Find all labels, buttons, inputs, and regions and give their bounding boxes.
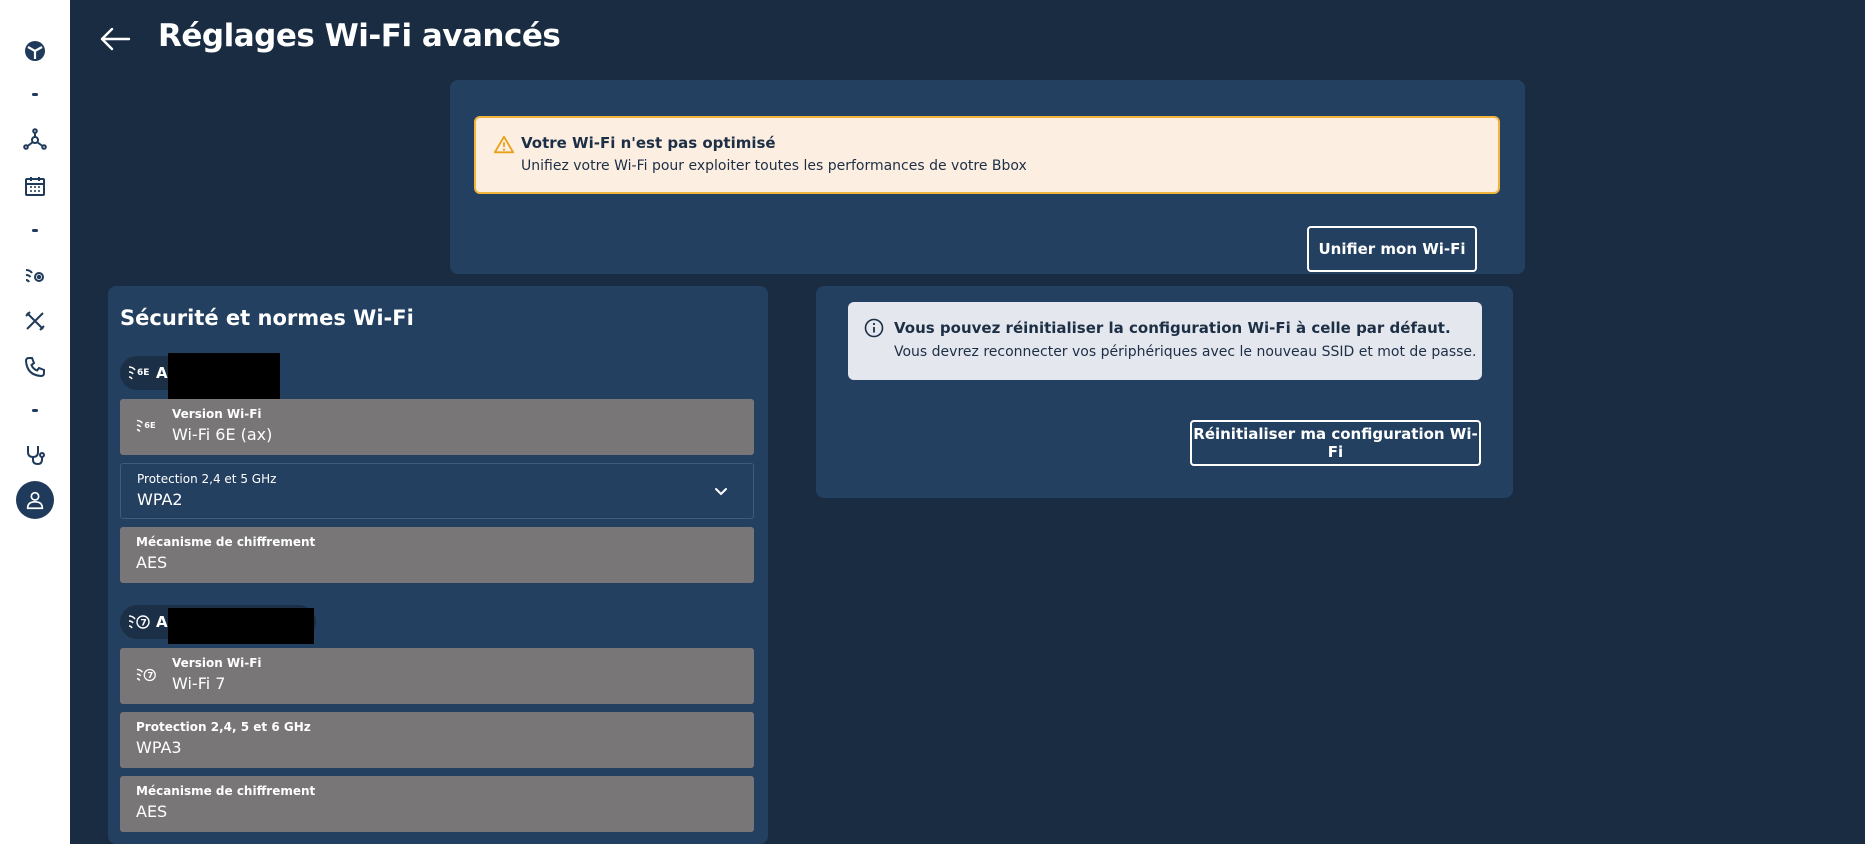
unify-wifi-card: Votre Wi-Fi n'est pas optimisé Unifiez v… <box>450 80 1525 274</box>
wifi-6e-icon: 6E <box>136 419 156 432</box>
svg-text:7: 7 <box>141 619 147 629</box>
encryption-field: Mécanisme de chiffrement AES <box>120 527 754 583</box>
svg-text:7: 7 <box>147 670 153 680</box>
alert-text: Unifiez votre Wi-Fi pour exploiter toute… <box>521 158 1027 174</box>
section-title: Sécurité et normes Wi-Fi <box>120 306 414 330</box>
field-value: Wi-Fi 6E (ax) <box>172 425 273 444</box>
field-label: Mécanisme de chiffrement <box>136 784 316 798</box>
redacted-ssid <box>168 608 314 644</box>
reset-wifi-card: Vous pouvez réinitialiser la configurati… <box>816 286 1513 498</box>
wifi-6e-icon: 6E <box>128 366 149 380</box>
field-value: WPA3 <box>136 738 182 757</box>
network-name: A <box>156 613 168 631</box>
field-label: Version Wi-Fi <box>172 407 262 421</box>
unify-wifi-button[interactable]: Unifier mon Wi-Fi <box>1307 226 1477 272</box>
field-label: Protection 2,4, 5 et 6 GHz <box>136 720 311 734</box>
bbox-logo-icon[interactable] <box>22 38 48 64</box>
alert-title: Votre Wi-Fi n'est pas optimisé <box>521 134 776 152</box>
calendar-icon[interactable] <box>22 173 48 199</box>
field-label: Mécanisme de chiffrement <box>136 535 316 549</box>
redacted-ssid <box>168 353 280 401</box>
tools-icon[interactable] <box>22 308 48 334</box>
phone-icon[interactable] <box>22 354 48 380</box>
wifi-not-optimized-alert: Votre Wi-Fi n'est pas optimisé Unifiez v… <box>474 116 1500 194</box>
page-title: Réglages Wi-Fi avancés <box>158 18 561 54</box>
wifi-7-icon: 7 <box>128 615 150 629</box>
sidebar-separator <box>32 409 38 412</box>
wifi-7-icon: 7 <box>136 668 156 682</box>
field-value: AES <box>136 553 168 572</box>
network-name: A <box>156 364 168 382</box>
encryption-field: Mécanisme de chiffrement AES <box>120 776 754 832</box>
arrow-left-icon <box>100 27 131 51</box>
diagnostic-icon[interactable] <box>22 442 48 468</box>
svg-text:6E: 6E <box>137 368 149 378</box>
field-value: WPA2 <box>137 490 183 509</box>
account-avatar[interactable] <box>16 481 54 519</box>
sidebar-separator <box>32 229 38 232</box>
back-button[interactable] <box>98 24 132 54</box>
security-standards-card: Sécurité et normes Wi-Fi 6E A 6E Version… <box>108 286 768 844</box>
reset-wifi-config-button[interactable]: Réinitialiser ma configuration Wi-Fi <box>1190 420 1481 466</box>
protection-select[interactable]: Protection 2,4 et 5 GHz WPA2 <box>120 463 754 519</box>
alert-title: Vous pouvez réinitialiser la configurati… <box>894 319 1451 337</box>
field-label: Protection 2,4 et 5 GHz <box>137 472 277 486</box>
reset-info-alert: Vous pouvez réinitialiser la configurati… <box>848 302 1482 380</box>
warning-icon <box>493 135 515 154</box>
field-label: Version Wi-Fi <box>172 656 262 670</box>
wifi-version-field: 7 Version Wi-Fi Wi-Fi 7 <box>120 648 754 704</box>
protection-field: Protection 2,4, 5 et 6 GHz WPA3 <box>120 712 754 768</box>
sidebar <box>0 0 70 844</box>
field-value: Wi-Fi 7 <box>172 674 226 693</box>
wifi-settings-icon[interactable] <box>22 263 48 289</box>
wifi-version-field: 6E Version Wi-Fi Wi-Fi 6E (ax) <box>120 399 754 455</box>
sidebar-separator <box>32 93 38 96</box>
svg-text:6E: 6E <box>144 420 156 430</box>
info-icon <box>864 318 884 338</box>
field-value: AES <box>136 802 168 821</box>
chevron-down-icon <box>715 488 727 496</box>
network-icon[interactable] <box>22 127 48 153</box>
alert-text: Vous devrez reconnecter vos périphérique… <box>894 344 1477 360</box>
